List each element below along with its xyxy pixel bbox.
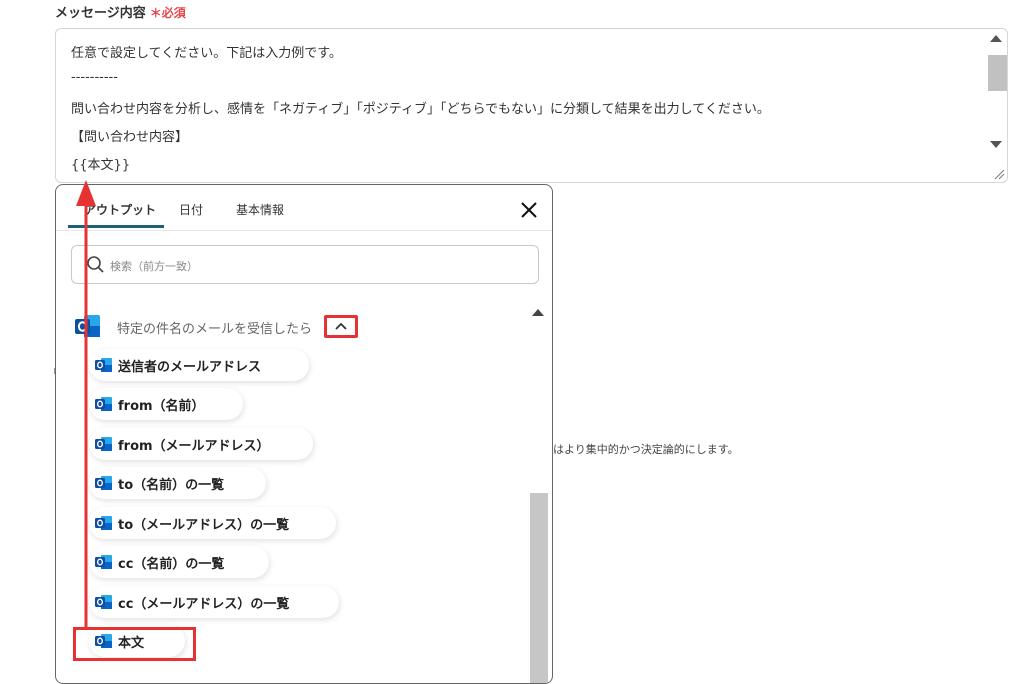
required-mark: ＊必須 (149, 6, 186, 20)
message-content-label: メッセージ内容 ＊必須 (55, 2, 186, 21)
outlook-icon (95, 397, 112, 411)
outlook-icon (95, 555, 112, 569)
textarea-line: 問い合わせ内容を分析し、感情を「ネガティブ」「ポジティブ」「どちらでもない」に分… (71, 102, 770, 117)
outlook-icon (95, 476, 112, 490)
resize-grip-icon[interactable] (993, 168, 1005, 180)
textarea-line: ---------- (71, 70, 118, 85)
search-placeholder: 検索（前方一致） (110, 260, 198, 273)
output-item[interactable]: from（メールアドレス） (89, 428, 313, 460)
textarea-line: {{本文}} (71, 158, 131, 173)
output-item-label: to（名前）の一覧 (118, 478, 225, 493)
scroll-up-icon[interactable] (990, 35, 1002, 42)
output-item[interactable]: cc（メールアドレス）の一覧 (89, 586, 339, 618)
outlook-icon (95, 437, 112, 451)
search-input[interactable]: 検索（前方一致） (71, 245, 539, 284)
textarea-scrollbar[interactable] (983, 29, 1007, 179)
background-hint-text: はより集中的かつ決定論的にします。 (553, 443, 739, 456)
search-icon (87, 256, 104, 273)
message-content-textarea[interactable]: 任意で設定してください。下記は入力例です。 ---------- 問い合わせ内容… (55, 28, 1008, 183)
highlight-box-body (73, 627, 196, 661)
textarea-line: 【問い合わせ内容】 (71, 130, 189, 145)
popup-tabs: アウトプット 日付 基本情報 (56, 185, 552, 231)
output-item[interactable]: from（名前） (89, 388, 243, 420)
output-item[interactable]: 送信者のメールアドレス (89, 349, 309, 381)
message-content-label-text: メッセージ内容 (55, 6, 146, 21)
tab-basic-info[interactable]: 基本情報 (236, 201, 284, 218)
outlook-icon (95, 516, 112, 530)
output-item[interactable]: cc（名前）の一覧 (89, 546, 269, 578)
outlook-icon (95, 595, 112, 609)
list-scrollbar[interactable] (528, 303, 548, 683)
output-item[interactable]: to（名前）の一覧 (89, 467, 266, 499)
active-tab-indicator (68, 225, 164, 228)
scrollbar-thumb[interactable] (530, 493, 548, 683)
chevron-up-icon (335, 322, 347, 330)
tab-date[interactable]: 日付 (179, 201, 203, 218)
textarea-line: 任意で設定してください。下記は入力例です。 (71, 46, 342, 61)
close-icon[interactable] (518, 199, 540, 221)
outlook-icon (95, 358, 112, 372)
output-item-label: cc（メールアドレス）の一覧 (118, 597, 290, 612)
scroll-down-icon[interactable] (990, 141, 1002, 148)
output-picker-popup: アウトプット 日付 基本情報 検索（前方一致） 特定の件名のメールを受信したら (55, 184, 553, 684)
tab-output[interactable]: アウトプット (84, 201, 156, 218)
group-label: 特定の件名のメールを受信したら (117, 322, 313, 337)
scrollbar-thumb[interactable] (988, 55, 1007, 91)
collapse-group-button[interactable] (324, 315, 358, 338)
output-item-label: 送信者のメールアドレス (118, 360, 262, 375)
scroll-up-icon[interactable] (532, 309, 544, 316)
output-item[interactable]: to（メールアドレス）の一覧 (89, 507, 336, 539)
output-item-label: from（名前） (118, 399, 205, 414)
output-item-label: to（メールアドレス）の一覧 (118, 518, 290, 533)
output-item-label: cc（名前）の一覧 (118, 557, 225, 572)
output-item-label: from（メールアドレス） (118, 439, 270, 454)
outlook-icon (75, 315, 100, 337)
